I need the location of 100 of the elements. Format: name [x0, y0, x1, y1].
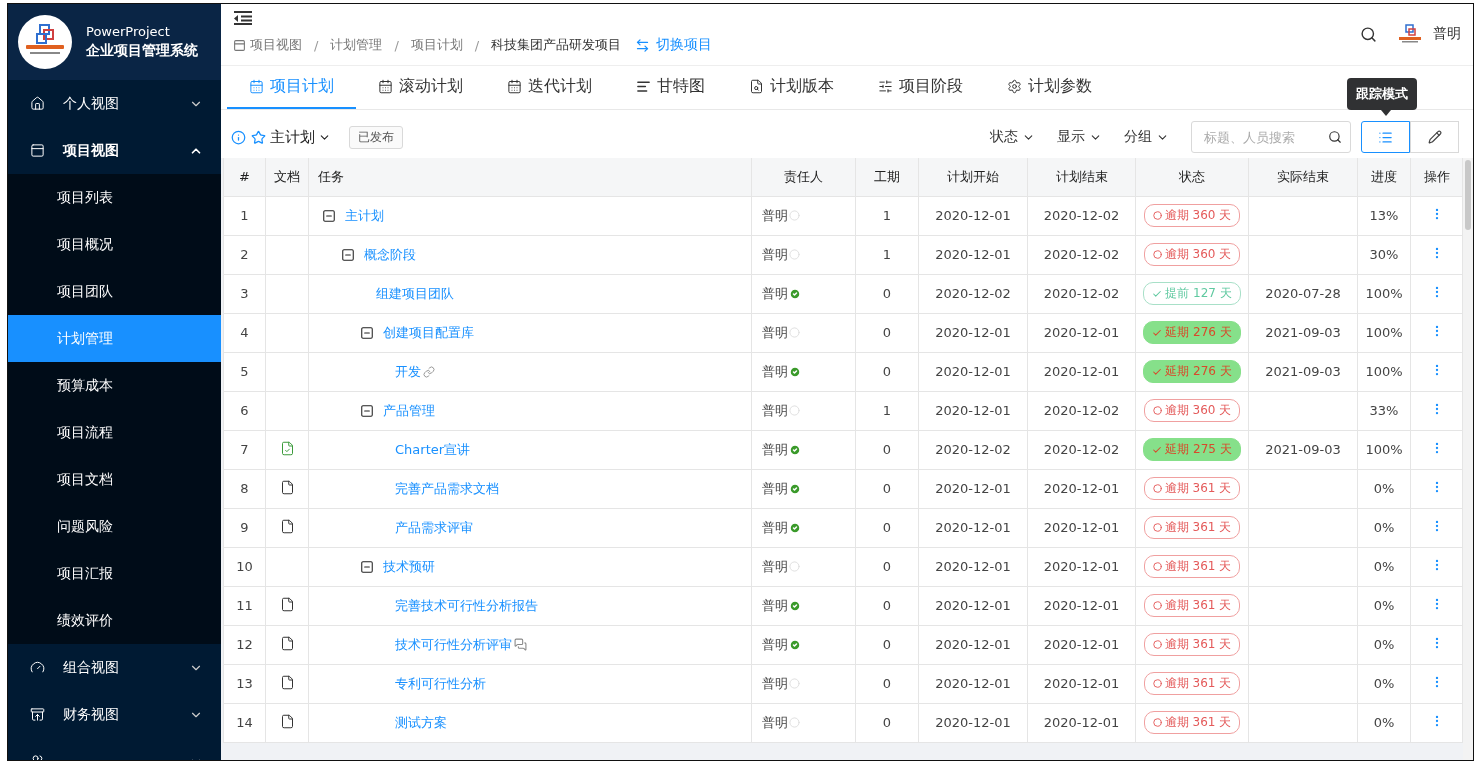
- table-cell: 2020-12-01: [918, 196, 1028, 235]
- table-cell: 2020-12-01: [1027, 625, 1136, 664]
- table-cell: 2020-12-02: [1027, 430, 1136, 469]
- table-cell: 0%: [1357, 664, 1411, 703]
- table-cell: 13%: [1357, 196, 1411, 235]
- table-cell: 0: [855, 274, 919, 313]
- table-cell: 0: [855, 625, 919, 664]
- row-number: 11: [223, 586, 266, 625]
- menu-item[interactable]: 绩效评价: [8, 597, 221, 644]
- table-cell: 33%: [1357, 391, 1411, 430]
- tab[interactable]: 滚动计划: [356, 66, 485, 109]
- menu-item[interactable]: 项目列表: [8, 174, 221, 221]
- table-cell: 2020-12-01: [918, 586, 1028, 625]
- owner-name: 普明: [762, 518, 788, 537]
- table-cell: 0: [855, 430, 919, 469]
- breadcrumb-item: 科技集团产品研发项目: [491, 36, 622, 54]
- status-tag: 逾期 361 天: [1143, 516, 1241, 539]
- owner-name: 普明: [762, 323, 788, 342]
- breadcrumb-item[interactable]: 计划管理: [330, 36, 383, 54]
- row-number: 7: [223, 430, 266, 469]
- brand-name: PowerProject: [86, 24, 171, 39]
- table-cell: 2020-07-28: [1248, 274, 1358, 313]
- table-cell: 2020-12-01: [1027, 703, 1136, 742]
- table-cell: 2020-12-01: [918, 508, 1028, 547]
- plan-selector[interactable]: 主计划: [270, 127, 331, 147]
- owner-name: 普明: [762, 440, 788, 459]
- table-cell: 0: [855, 703, 919, 742]
- tab[interactable]: 计划版本: [727, 66, 856, 109]
- table-cell: 2020-12-01: [918, 235, 1028, 274]
- table-cell: 2021-09-03: [1248, 352, 1358, 391]
- table-cell: 2021-09-03: [1248, 313, 1358, 352]
- table-cell: 2021-09-03: [1248, 430, 1358, 469]
- table-cell: 2020-12-01: [1027, 664, 1136, 703]
- filter-dropdown[interactable]: 显示: [1057, 128, 1102, 146]
- owner-name: 普明: [762, 284, 788, 303]
- search-field[interactable]: 标题、人员搜索: [1191, 121, 1351, 153]
- row-number: 5: [223, 352, 266, 391]
- menu-item[interactable]: 预算成本: [8, 362, 221, 409]
- owner-name: 普明: [762, 362, 788, 381]
- owner-name: 普明: [762, 596, 788, 615]
- table-cell: 2020-12-01: [918, 313, 1028, 352]
- status-tag: 逾期 360 天: [1143, 399, 1241, 422]
- filter-dropdown[interactable]: 状态: [990, 128, 1035, 146]
- table-cell: 0%: [1357, 703, 1411, 742]
- column-header: 状态: [1135, 158, 1249, 196]
- status-tag: 延期 275 天: [1143, 438, 1241, 461]
- row-number: 3: [223, 274, 266, 313]
- status-tag: 提前 127 天: [1143, 282, 1241, 305]
- table-cell: 2020-12-01: [1027, 469, 1136, 508]
- column-header: 工期: [855, 158, 919, 196]
- tab[interactable]: 项目阶段: [856, 66, 985, 109]
- owner-name: 普明: [762, 713, 788, 732]
- table-cell: 2020-12-01: [918, 352, 1028, 391]
- table-cell: 2020-12-02: [1027, 235, 1136, 274]
- table-cell: 100%: [1357, 313, 1411, 352]
- breadcrumb-separator: /: [394, 37, 399, 53]
- brand-subtitle: 企业项目管理系统: [86, 42, 198, 60]
- tab[interactable]: 迭代计划: [485, 66, 614, 109]
- menu-item[interactable]: 项目流程: [8, 409, 221, 456]
- table-cell: 0%: [1357, 586, 1411, 625]
- owner-name: 普明: [762, 635, 788, 654]
- table-cell: 2020-12-01: [1027, 352, 1136, 391]
- table-cell: 2020-12-02: [918, 274, 1028, 313]
- menu-item[interactable]: 项目团队: [8, 268, 221, 315]
- table-cell: 2020-12-01: [1027, 313, 1136, 352]
- menu-item[interactable]: 问题风险: [8, 503, 221, 550]
- status-tag: 逾期 361 天: [1143, 477, 1241, 500]
- owner-name: 普明: [762, 245, 788, 264]
- table-cell: 2020-12-01: [918, 391, 1028, 430]
- status-tag: 逾期 361 天: [1143, 594, 1241, 617]
- column-header: 任务: [308, 158, 752, 196]
- table-cell: 30%: [1357, 235, 1411, 274]
- row-number: 12: [223, 625, 266, 664]
- row-number: 4: [223, 313, 266, 352]
- menu-item[interactable]: 项目概况: [8, 221, 221, 268]
- status-tag: 延期 276 天: [1143, 321, 1241, 344]
- breadcrumb-item[interactable]: 项目视图: [250, 36, 302, 54]
- owner-name: 普明: [762, 206, 788, 225]
- menu-item[interactable]: 项目汇报: [8, 550, 221, 597]
- table-cell: 1: [855, 196, 919, 235]
- table-cell: 2020-12-01: [918, 703, 1028, 742]
- row-number: 13: [223, 664, 266, 703]
- table-cell: 2020-12-01: [1027, 586, 1136, 625]
- filter-dropdown[interactable]: 分组: [1124, 128, 1169, 146]
- table-cell: 1: [855, 235, 919, 274]
- breadcrumb-separator: /: [474, 37, 480, 53]
- status-tag: 逾期 361 天: [1143, 711, 1241, 734]
- table-cell: 0: [855, 313, 919, 352]
- user-name[interactable]: 普明: [1433, 25, 1461, 43]
- column-header: 操作: [1410, 158, 1463, 196]
- tab[interactable]: 甘特图: [614, 66, 727, 109]
- table-cell: 2020-12-01: [1027, 547, 1136, 586]
- tab[interactable]: 计划参数: [985, 66, 1114, 109]
- row-number: 10: [223, 547, 266, 586]
- table-cell: 1: [855, 391, 919, 430]
- status-tag: 逾期 360 天: [1143, 243, 1241, 266]
- status-tag: 延期 276 天: [1143, 360, 1241, 383]
- breadcrumb-item[interactable]: 项目计划: [410, 36, 463, 54]
- menu-item[interactable]: 项目文档: [8, 456, 221, 503]
- table-cell: 0: [855, 664, 919, 703]
